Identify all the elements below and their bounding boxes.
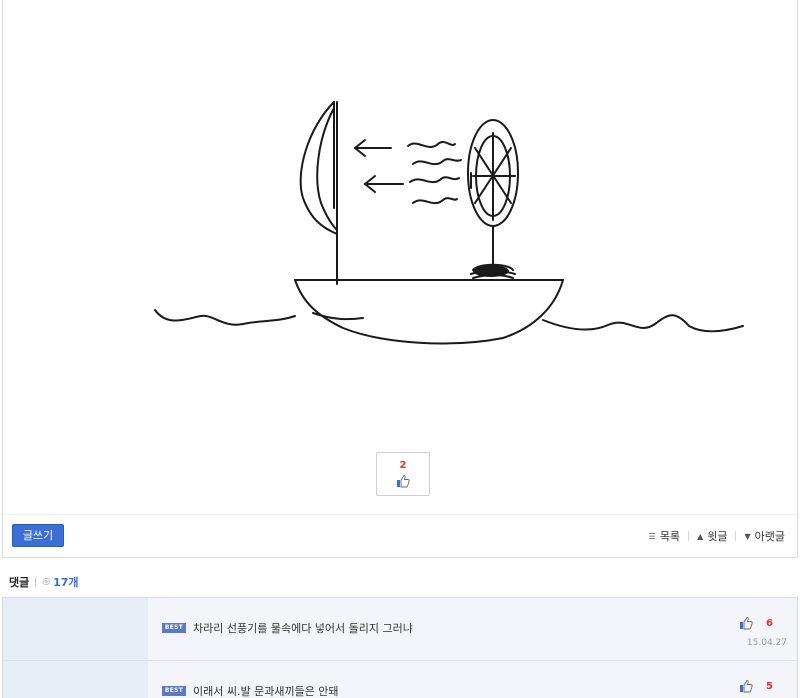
comments-header: 댓글 ◎ 17개 [9,574,79,590]
comment-body: BEST 이래서 씨.발 문과새끼들은 안돼 5 [148,661,797,698]
comment-like-button[interactable]: 5 [739,679,773,693]
thumbs-up-icon [740,680,753,693]
recommend-count: 2 [399,460,407,471]
nav-divider [688,531,690,541]
comments-title: 댓글 [9,576,30,589]
comment-text: 차라리 선풍기를 물속에다 넣어서 돌리지 그러냐 [193,622,413,635]
prev-post-button[interactable]: ▲ 윗글 [697,528,727,544]
post-nav: ☰ 목록 ▲ 윗글 ▼ 아랫글 [649,528,785,544]
best-badge: BEST [162,623,186,633]
write-button[interactable]: 글쓰기 [12,524,64,547]
list-icon: ☰ [648,531,656,541]
up-triangle-icon: ▲ [697,531,704,541]
thumbs-up-icon [740,617,753,630]
comment-like-count: 6 [766,617,773,629]
nav-divider [735,531,737,541]
comment-date: 15.04.27 [746,638,787,648]
next-post-label: 아랫글 [754,530,785,543]
thumbs-up-icon [397,475,410,488]
post-content: 2 글쓰기 ☰ 목록 ▲ 윗글 ▼ 아랫글 [2,0,798,558]
comment-body: BEST 차라리 선풍기를 물속에다 넣어서 돌리지 그러냐 6 15.04.2… [148,598,797,660]
comment-text: 이래서 씨.발 문과새끼들은 안돼 [193,685,339,698]
list-button[interactable]: ☰ 목록 [649,528,680,544]
list-label: 목록 [659,530,681,543]
comments-divider [35,577,37,587]
comment-like-count: 5 [766,680,773,692]
recommend-button[interactable]: 2 [376,452,430,496]
comment-item: BEST 차라리 선풍기를 물속에다 넣어서 돌리지 그러냐 6 15.04.2… [3,598,797,660]
best-badge: BEST [162,686,186,696]
comments-count: 17개 [53,576,79,589]
comment-item: BEST 이래서 씨.발 문과새끼들은 안돼 5 [3,660,797,698]
next-post-button[interactable]: ▼ 아랫글 [744,528,785,544]
comment-bubble-icon: ◎ [42,577,51,587]
down-triangle-icon: ▼ [744,531,751,541]
post-bottom-bar: 글쓰기 ☰ 목록 ▲ 윗글 ▼ 아랫글 [3,514,797,557]
comment-author-area [3,661,148,698]
post-drawing-image [154,101,744,345]
comment-like-button[interactable]: 6 [739,616,773,630]
prev-post-label: 윗글 [707,530,728,543]
comment-author-area [3,598,148,660]
comment-list: BEST 차라리 선풍기를 물속에다 넣어서 돌리지 그러냐 6 15.04.2… [2,597,798,698]
